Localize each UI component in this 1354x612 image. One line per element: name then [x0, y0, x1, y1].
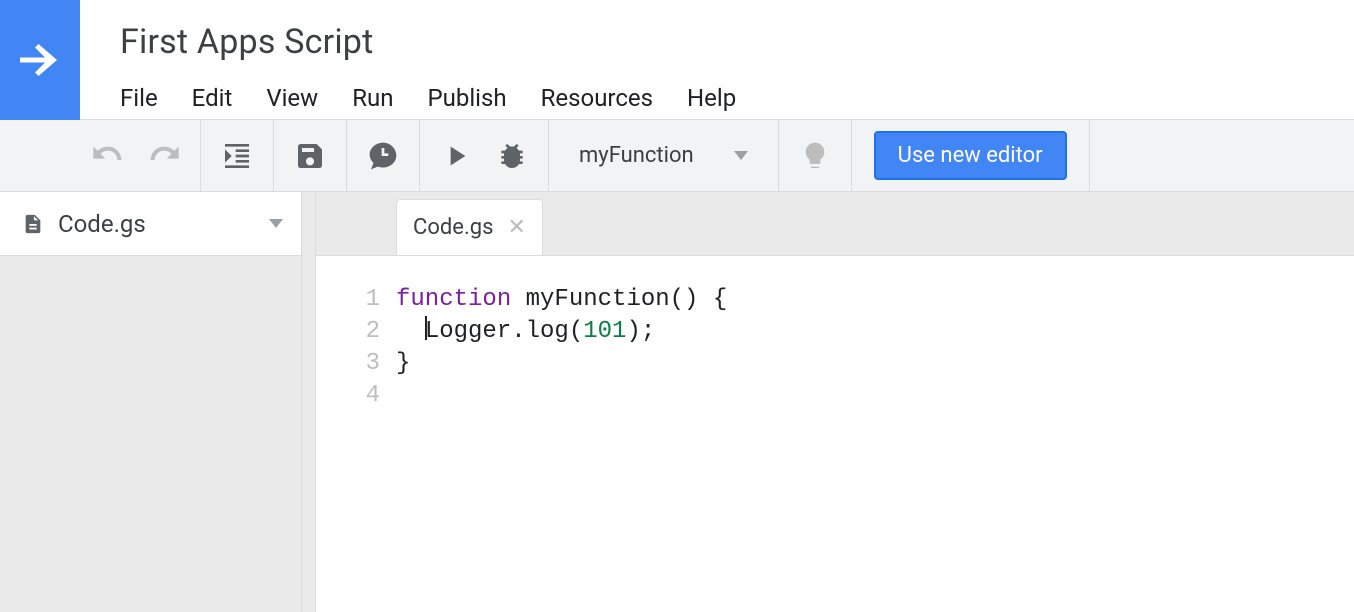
- indent-icon: [221, 140, 253, 172]
- menu-run[interactable]: Run: [352, 84, 393, 112]
- chevron-down-icon[interactable]: [269, 219, 283, 228]
- save-button[interactable]: [282, 128, 338, 184]
- chevron-down-icon: [734, 151, 748, 160]
- save-icon: [294, 140, 326, 172]
- app-logo: [0, 0, 80, 120]
- editor-pane: Code.gs ✕ 1234 function myFunction() { L…: [316, 192, 1354, 612]
- clock-chat-icon: [367, 140, 399, 172]
- arrow-right-icon: [10, 30, 70, 90]
- redo-icon: [148, 140, 180, 172]
- gutter: [302, 192, 316, 612]
- file-icon: [22, 211, 44, 237]
- tabstrip: Code.gs ✕: [316, 192, 1354, 256]
- menu-file[interactable]: File: [120, 84, 158, 112]
- undo-icon: [92, 140, 124, 172]
- undo-button[interactable]: [80, 128, 136, 184]
- run-button[interactable]: [428, 128, 484, 184]
- bug-icon: [496, 140, 528, 172]
- file-name: Code.gs: [58, 210, 255, 238]
- indent-button[interactable]: [209, 128, 265, 184]
- menu-resources[interactable]: Resources: [541, 84, 653, 112]
- play-icon: [440, 140, 472, 172]
- use-new-editor-button[interactable]: Use new editor: [874, 131, 1067, 180]
- function-selector[interactable]: myFunction: [557, 143, 770, 168]
- menu-help[interactable]: Help: [687, 84, 736, 112]
- code-content[interactable]: function myFunction() { Logger.log(101);…: [396, 256, 727, 612]
- menu-view[interactable]: View: [266, 84, 318, 112]
- menu-edit[interactable]: Edit: [192, 84, 233, 112]
- file-sidebar: Code.gs: [0, 192, 302, 612]
- tab-label: Code.gs: [413, 215, 493, 240]
- menu-publish[interactable]: Publish: [427, 84, 506, 112]
- hint-button[interactable]: [787, 128, 843, 184]
- editor-tab[interactable]: Code.gs ✕: [396, 199, 543, 255]
- lightbulb-icon: [799, 140, 831, 172]
- file-row[interactable]: Code.gs: [0, 192, 301, 256]
- menubar: File Edit View Run Publish Resources Hel…: [120, 84, 736, 112]
- line-numbers: 1234: [316, 256, 396, 612]
- project-title[interactable]: First Apps Script: [120, 22, 736, 62]
- toolbar: myFunction Use new editor: [0, 120, 1354, 192]
- close-icon[interactable]: ✕: [507, 215, 525, 240]
- code-editor[interactable]: 1234 function myFunction() { Logger.log(…: [316, 256, 1354, 612]
- debug-button[interactable]: [484, 128, 540, 184]
- main: Code.gs Code.gs ✕ 1234 function myFuncti…: [0, 192, 1354, 612]
- function-selector-label: myFunction: [579, 143, 694, 168]
- triggers-button[interactable]: [355, 128, 411, 184]
- header: First Apps Script File Edit View Run Pub…: [0, 0, 1354, 120]
- redo-button[interactable]: [136, 128, 192, 184]
